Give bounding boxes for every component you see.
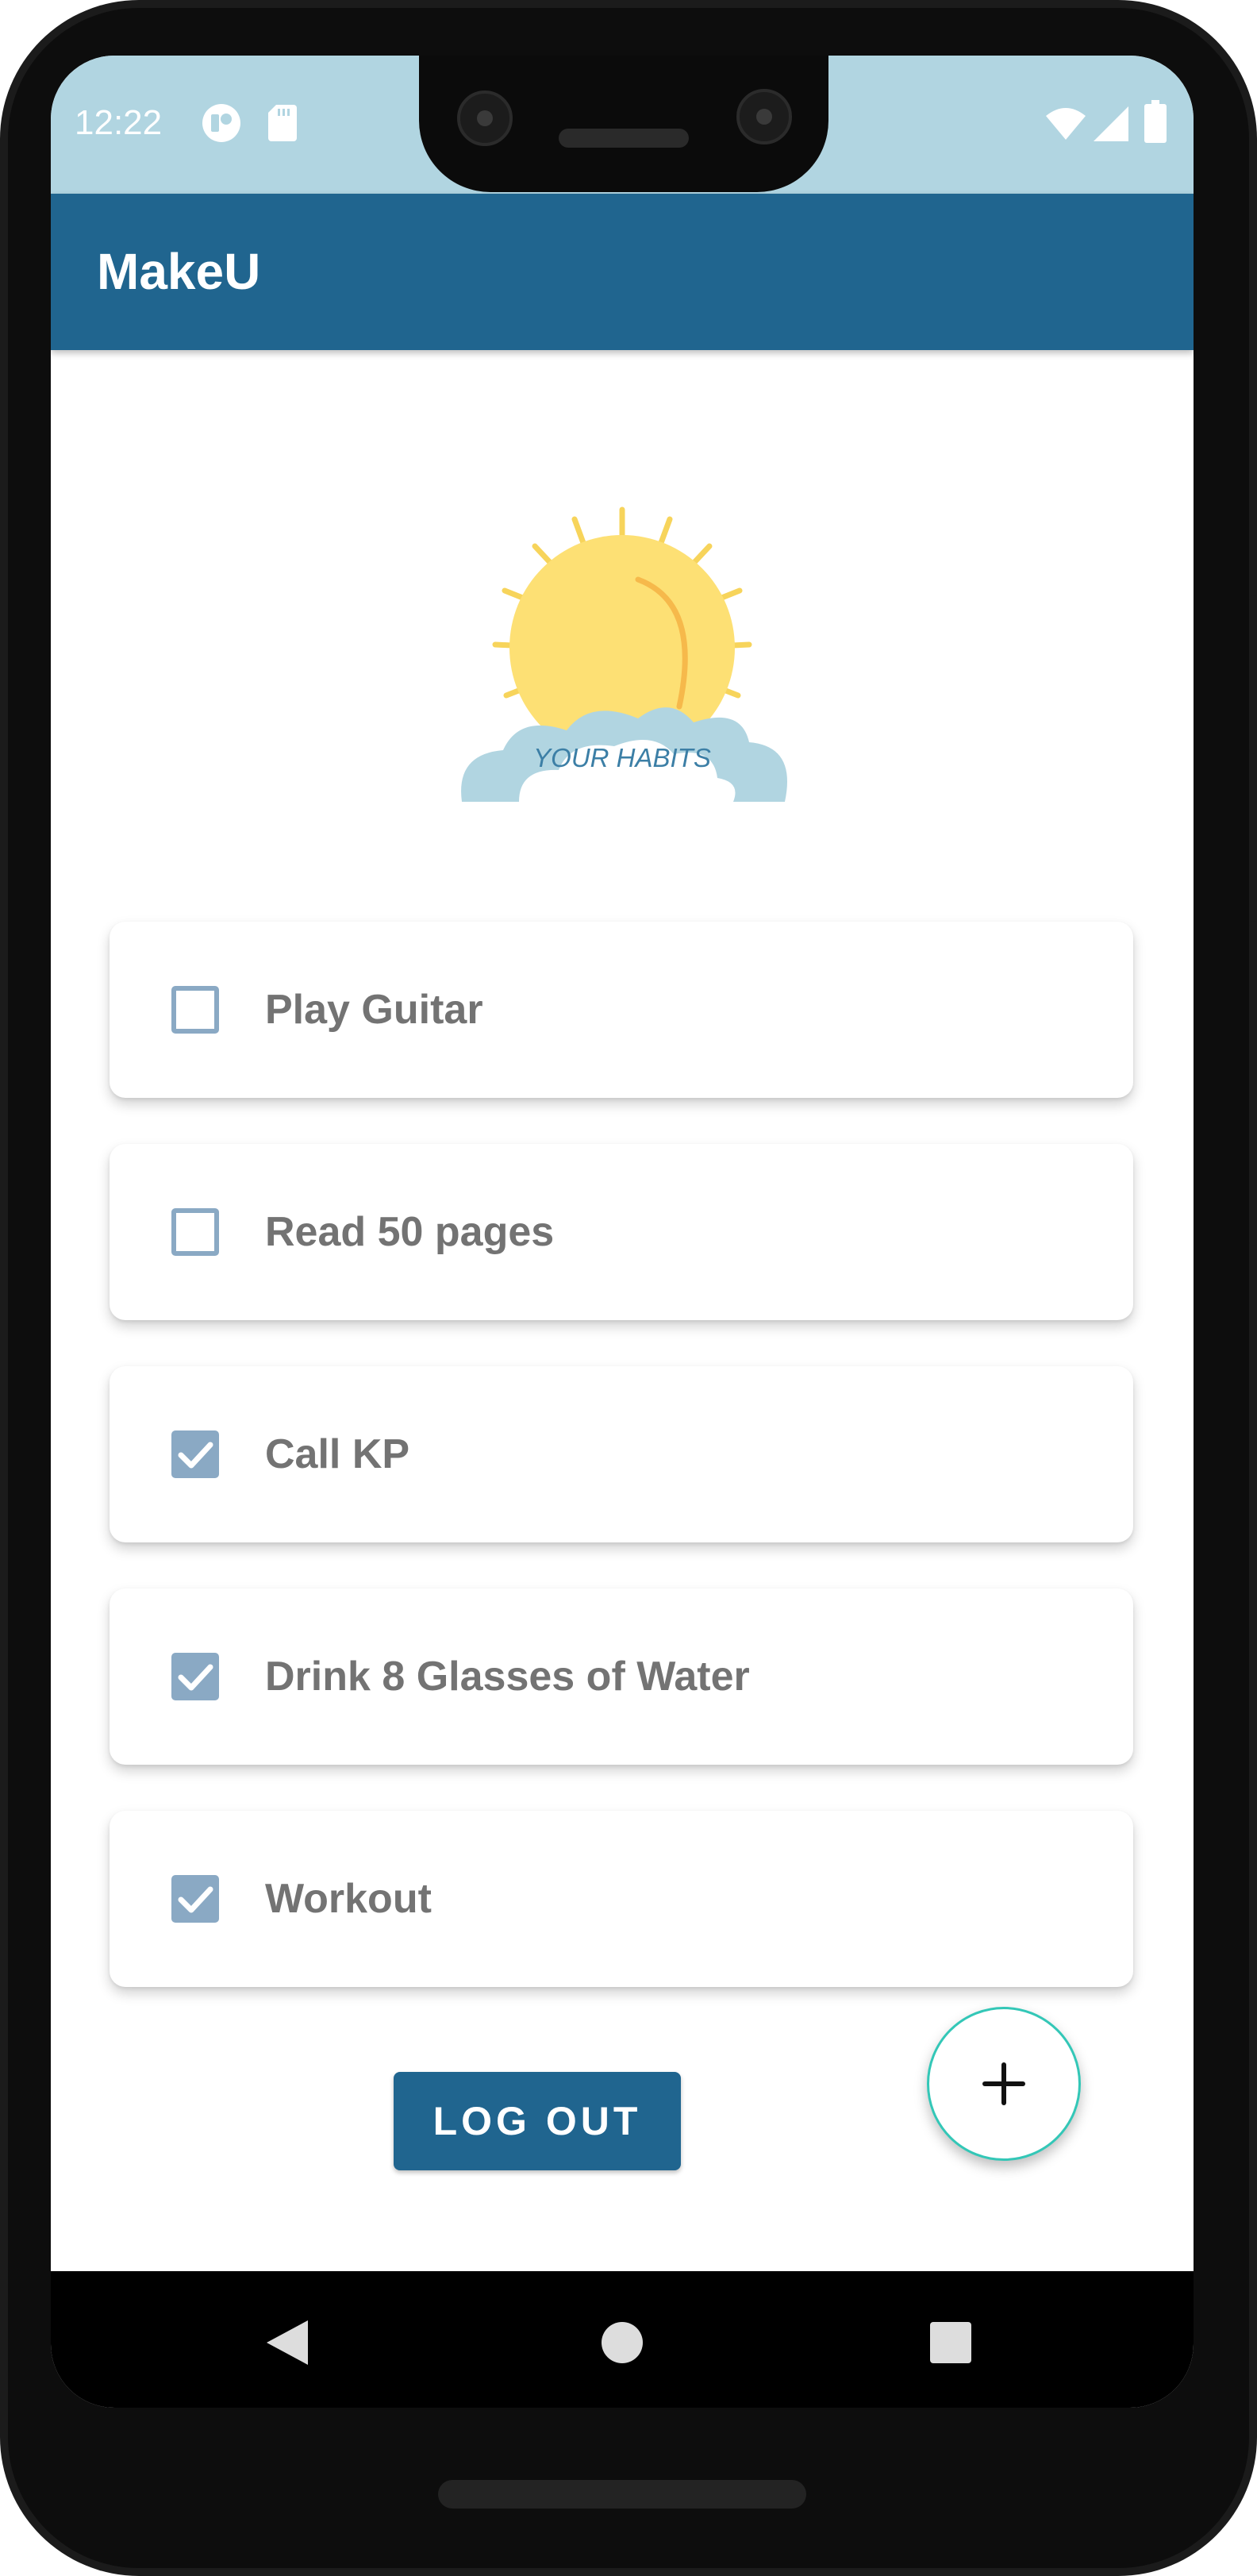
logout-button[interactable]: LOG OUT <box>394 2072 681 2170</box>
screen: 12:22 MakeU YOUR HABITS Play Guitar Read… <box>51 56 1194 2408</box>
app-notification-icon <box>202 104 240 142</box>
logo-text: YOUR HABITS <box>533 743 711 772</box>
habit-label: Play Guitar <box>265 987 483 1033</box>
add-habit-button[interactable] <box>927 2007 1081 2161</box>
habit-card[interactable]: Play Guitar <box>110 922 1133 1098</box>
status-time: 12:22 <box>75 103 163 142</box>
checkmark-icon <box>178 1886 213 1913</box>
habit-card[interactable]: Drink 8 Glasses of Water <box>110 1588 1133 1765</box>
habit-checkbox-checked[interactable] <box>171 1875 219 1923</box>
wifi-icon <box>1046 108 1086 140</box>
habit-card[interactable]: Workout <box>110 1811 1133 1987</box>
app-title: MakeU <box>97 243 261 300</box>
habit-checkbox-checked[interactable] <box>171 1653 219 1700</box>
front-camera-icon <box>457 90 513 146</box>
app-bar: MakeU <box>51 194 1194 350</box>
checkmark-icon <box>178 1442 213 1469</box>
habit-checkbox-checked[interactable] <box>171 1430 219 1478</box>
habit-label: Read 50 pages <box>265 1209 555 1255</box>
back-icon[interactable] <box>267 2320 308 2365</box>
camera-notch <box>419 56 828 192</box>
checkmark-icon <box>178 1664 213 1691</box>
plus-icon <box>982 2062 1025 2105</box>
status-bar: 12:22 <box>51 56 1194 194</box>
system-nav-bar <box>51 2271 1194 2408</box>
volume-button <box>1249 921 1257 1246</box>
your-habits-logo: YOUR HABITS <box>400 445 844 826</box>
habit-label: Call KP <box>265 1431 410 1477</box>
habit-card[interactable]: Read 50 pages <box>110 1144 1133 1320</box>
habit-label: Workout <box>265 1876 432 1922</box>
power-button <box>1249 595 1257 754</box>
habit-checkbox[interactable] <box>171 1208 219 1256</box>
habit-card[interactable]: Call KP <box>110 1366 1133 1542</box>
earpiece-speaker <box>559 129 689 148</box>
front-camera-icon <box>736 89 792 144</box>
recents-icon[interactable] <box>930 2322 971 2363</box>
sd-card-icon <box>268 105 297 141</box>
home-icon[interactable] <box>602 2322 643 2363</box>
bottom-speaker-grille <box>438 2480 806 2509</box>
battery-icon <box>1144 100 1167 143</box>
cell-signal-icon <box>1094 106 1128 141</box>
habit-label: Drink 8 Glasses of Water <box>265 1654 750 1700</box>
habit-checkbox[interactable] <box>171 986 219 1034</box>
